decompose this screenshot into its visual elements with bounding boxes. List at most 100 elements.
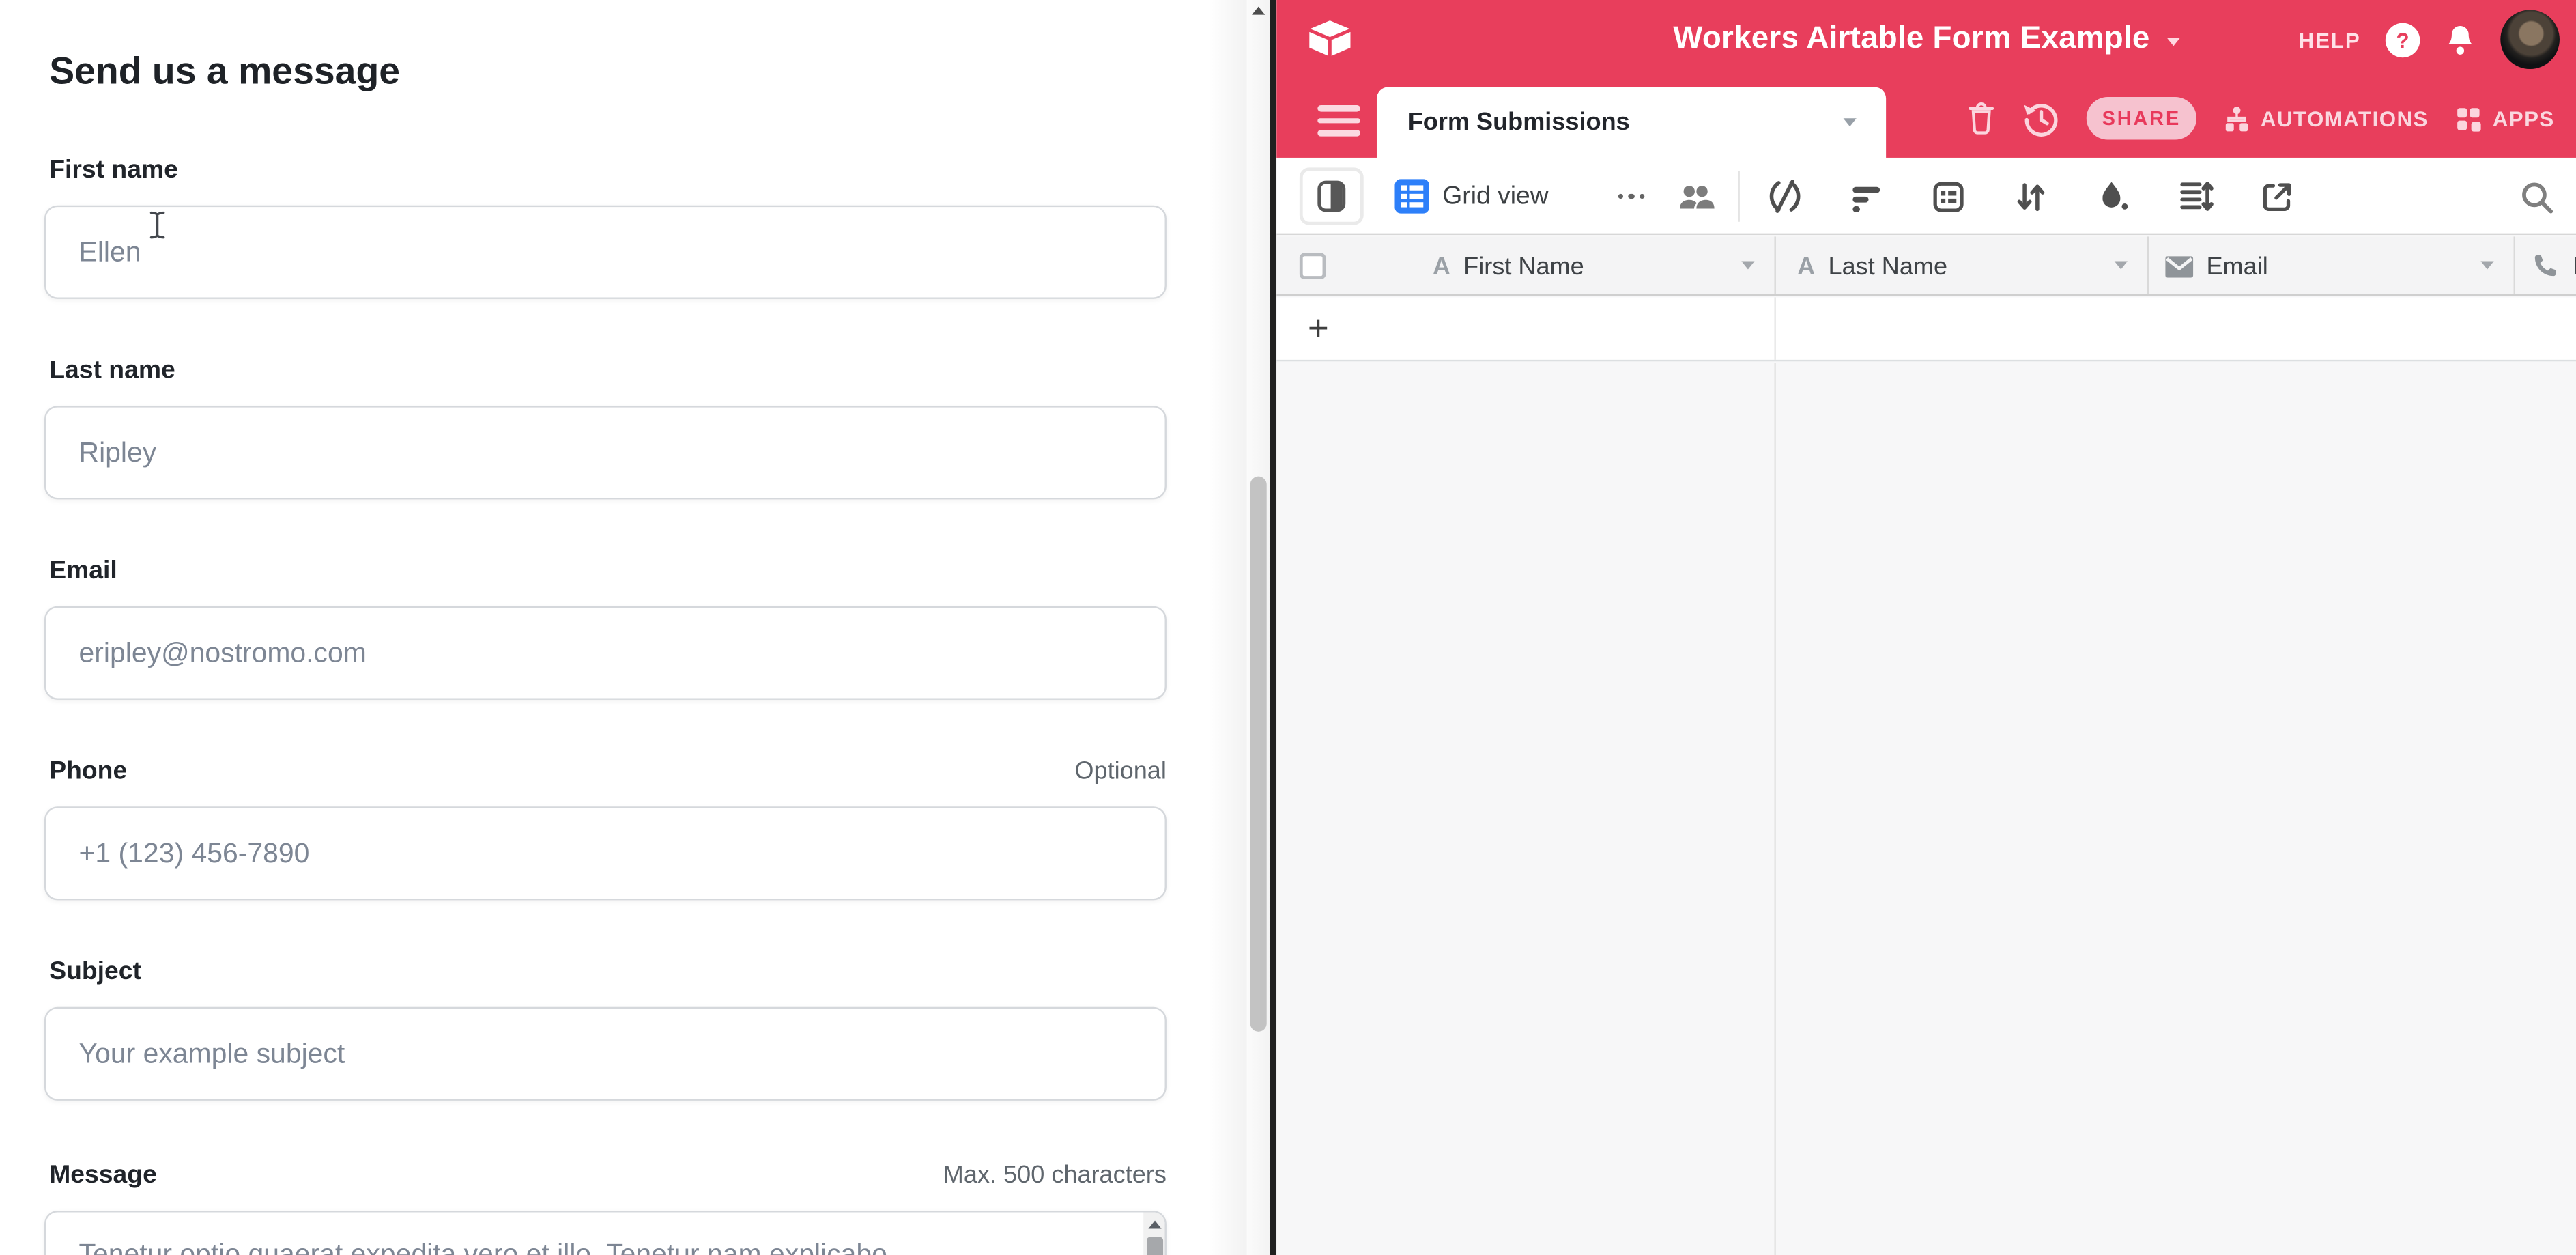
email-input[interactable]	[44, 606, 1167, 700]
scroll-up-arrow-icon[interactable]	[1252, 7, 1265, 15]
message-scrollbar[interactable]	[1143, 1212, 1164, 1255]
side-panel-icon	[1317, 181, 1345, 212]
hide-fields-icon	[1765, 178, 1803, 215]
views-sidebar-toggle-button[interactable]	[1300, 167, 1364, 225]
collaborators-button[interactable]	[1676, 158, 1715, 235]
first-name-label: First name	[49, 154, 1167, 186]
window-divider	[1270, 0, 1277, 1255]
share-button[interactable]: SHARE	[2087, 97, 2196, 140]
group-button[interactable]	[1929, 178, 1969, 214]
email-field-group: Email	[44, 555, 1167, 700]
automations-icon	[2223, 104, 2251, 132]
grid-header-row: A First Name A Last Name Email	[1276, 236, 2576, 296]
apps-icon	[2455, 104, 2482, 132]
first-name-input[interactable]	[44, 206, 1167, 299]
share-view-icon	[2259, 178, 2295, 214]
column-header-phone[interactable]: Phone	[2530, 236, 2576, 296]
column-header-email[interactable]: Email	[2165, 236, 2267, 296]
message-field-group: Message Max. 500 characters	[44, 1159, 1167, 1255]
scrollbar-thumb[interactable]	[1250, 477, 1267, 1032]
chevron-down-icon[interactable]	[2480, 262, 2493, 270]
sidebar-menu-button[interactable]	[1317, 105, 1360, 136]
chevron-down-icon[interactable]	[1741, 262, 1754, 270]
filter-icon	[1848, 178, 1885, 214]
view-name-label: Grid view	[1442, 182, 1549, 211]
text-cursor-icon	[148, 210, 168, 240]
apps-button[interactable]: APPS	[2455, 104, 2554, 132]
column-header-last-name[interactable]: A Last Name	[1797, 236, 1947, 296]
airtable-pane: Workers Airtable Form Example HELP ? For…	[1276, 0, 2576, 1255]
row-height-button[interactable]	[2175, 178, 2215, 215]
message-maxchars-helper: Max. 500 characters	[943, 1161, 1167, 1189]
add-record-plus-icon[interactable]: +	[1308, 297, 1329, 359]
grid-view-icon	[1394, 179, 1429, 214]
trash-icon[interactable]	[1966, 100, 1996, 137]
phone-optional-helper: Optional	[1074, 757, 1166, 785]
scrollbar-thumb[interactable]	[1146, 1237, 1162, 1255]
column-divider[interactable]	[2514, 236, 2515, 294]
page-scrollbar[interactable]	[1247, 0, 1270, 1255]
phone-field-group: Phone Optional	[44, 756, 1167, 901]
avatar[interactable]	[2500, 10, 2560, 69]
sort-icon	[2012, 178, 2048, 214]
more-options-button[interactable]	[1610, 158, 1653, 235]
column-divider[interactable]	[2147, 236, 2149, 294]
toolbar-divider	[1738, 171, 1740, 222]
phone-label: Phone	[49, 756, 1167, 787]
chevron-down-icon	[1844, 118, 1857, 126]
phone-input[interactable]	[44, 806, 1167, 900]
select-all-checkbox[interactable]	[1300, 253, 1326, 279]
last-name-field-group: Last name	[44, 355, 1167, 500]
sort-button[interactable]	[2011, 178, 2050, 214]
column-divider	[1774, 297, 1775, 359]
column-divider[interactable]	[1774, 236, 1775, 294]
base-title: Workers Airtable Form Example	[1673, 21, 2149, 57]
form-title: Send us a message	[49, 49, 400, 94]
color-button[interactable]	[2093, 178, 2132, 214]
grid-body	[1276, 363, 2576, 1255]
column-divider	[1774, 363, 1775, 1255]
add-record-row[interactable]: +	[1276, 297, 2576, 361]
automations-button[interactable]: AUTOMATIONS	[2223, 104, 2429, 132]
hide-fields-button[interactable]	[1764, 178, 1804, 215]
filter-button[interactable]	[1846, 178, 1886, 214]
subject-label: Subject	[49, 956, 1167, 987]
airtable-tabbar: Form Submissions SHARE	[1276, 79, 2576, 157]
topbar-actions: HELP ?	[2299, 0, 2560, 79]
automations-label: AUTOMATIONS	[2261, 106, 2429, 130]
airtable-topbar: Workers Airtable Form Example HELP ?	[1276, 0, 2576, 79]
help-circle-icon[interactable]: ?	[2386, 22, 2420, 57]
people-icon	[1676, 180, 1715, 212]
subject-field-group: Subject	[44, 956, 1167, 1101]
help-button[interactable]: HELP	[2299, 27, 2361, 52]
paint-drop-icon	[2095, 178, 2131, 214]
view-toolbar: Grid view	[1276, 158, 2576, 235]
screen: Send us a message First name Last name E…	[0, 0, 2576, 1255]
toolbar-icons	[1764, 158, 2297, 235]
tab-form-submissions[interactable]: Form Submissions	[1377, 87, 1886, 158]
share-label: SHARE	[2102, 107, 2181, 130]
notifications-bell-icon[interactable]	[2444, 22, 2476, 57]
phone-icon	[2530, 251, 2560, 281]
text-field-icon: A	[1797, 254, 1815, 279]
search-icon	[2519, 178, 2555, 214]
chevron-down-icon[interactable]	[2115, 262, 2128, 270]
last-name-label: Last name	[49, 355, 1167, 386]
apps-label: APPS	[2493, 106, 2555, 130]
email-label: Email	[49, 555, 1167, 587]
scroll-up-arrow-icon[interactable]	[1147, 1221, 1160, 1229]
view-switcher[interactable]: Grid view	[1394, 158, 1548, 235]
contact-form-pane: Send us a message First name Last name E…	[0, 0, 1247, 1255]
share-view-button[interactable]	[2257, 178, 2297, 214]
table-tab-label: Form Submissions	[1408, 87, 1630, 158]
history-icon[interactable]	[2022, 100, 2060, 137]
column-header-first-name[interactable]: A First Name	[1433, 236, 1584, 296]
tabbar-actions: SHARE AUTOMATIONS	[1966, 79, 2555, 157]
last-name-input[interactable]	[44, 406, 1167, 499]
row-height-icon	[2176, 178, 2214, 215]
first-name-field-group: First name	[44, 154, 1167, 299]
message-textarea[interactable]	[44, 1211, 1167, 1255]
chevron-down-icon	[2166, 38, 2179, 46]
subject-input[interactable]	[44, 1007, 1167, 1101]
search-button[interactable]	[2519, 158, 2555, 235]
